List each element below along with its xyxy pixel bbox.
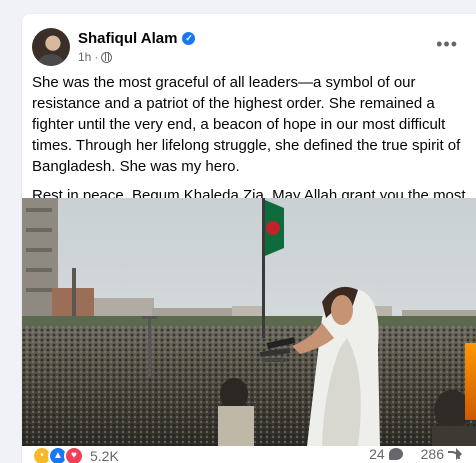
author-name-row: Shafiqul Alam ✓ <box>78 30 196 47</box>
post-footer: • ▲ ♥ 5.2K 24 286 <box>22 446 476 463</box>
more-options-button[interactable]: ••• <box>436 34 458 55</box>
post-meta: 1h · <box>78 50 113 64</box>
globe-icon[interactable] <box>101 51 113 63</box>
verified-badge-icon: ✓ <box>182 32 196 45</box>
post-header: Shafiqul Alam ✓ 1h · ••• <box>22 14 476 72</box>
post-card: Shafiqul Alam ✓ 1h · ••• She was the mos… <box>22 14 476 463</box>
love-icon: ♥ <box>64 446 84 463</box>
post-photo[interactable] <box>22 198 476 446</box>
engagement-counts: 24 286 <box>369 446 462 462</box>
author-name[interactable]: Shafiqul Alam <box>78 30 177 47</box>
comment-count[interactable]: 24 <box>369 446 385 462</box>
share-icon[interactable] <box>448 448 462 460</box>
rally-photo-image <box>22 198 476 446</box>
post-time[interactable]: 1h <box>78 50 91 64</box>
post-paragraph-1: She was the most graceful of all leaders… <box>32 74 461 175</box>
comment-icon[interactable] <box>388 448 403 460</box>
author-avatar[interactable] <box>32 28 70 66</box>
share-count[interactable]: 286 <box>421 446 444 462</box>
meta-separator: · <box>94 50 99 64</box>
reactions-summary[interactable]: • ▲ ♥ 5.2K <box>32 446 119 463</box>
reaction-count[interactable]: 5.2K <box>90 448 119 463</box>
adjacent-content-edge <box>465 343 476 420</box>
